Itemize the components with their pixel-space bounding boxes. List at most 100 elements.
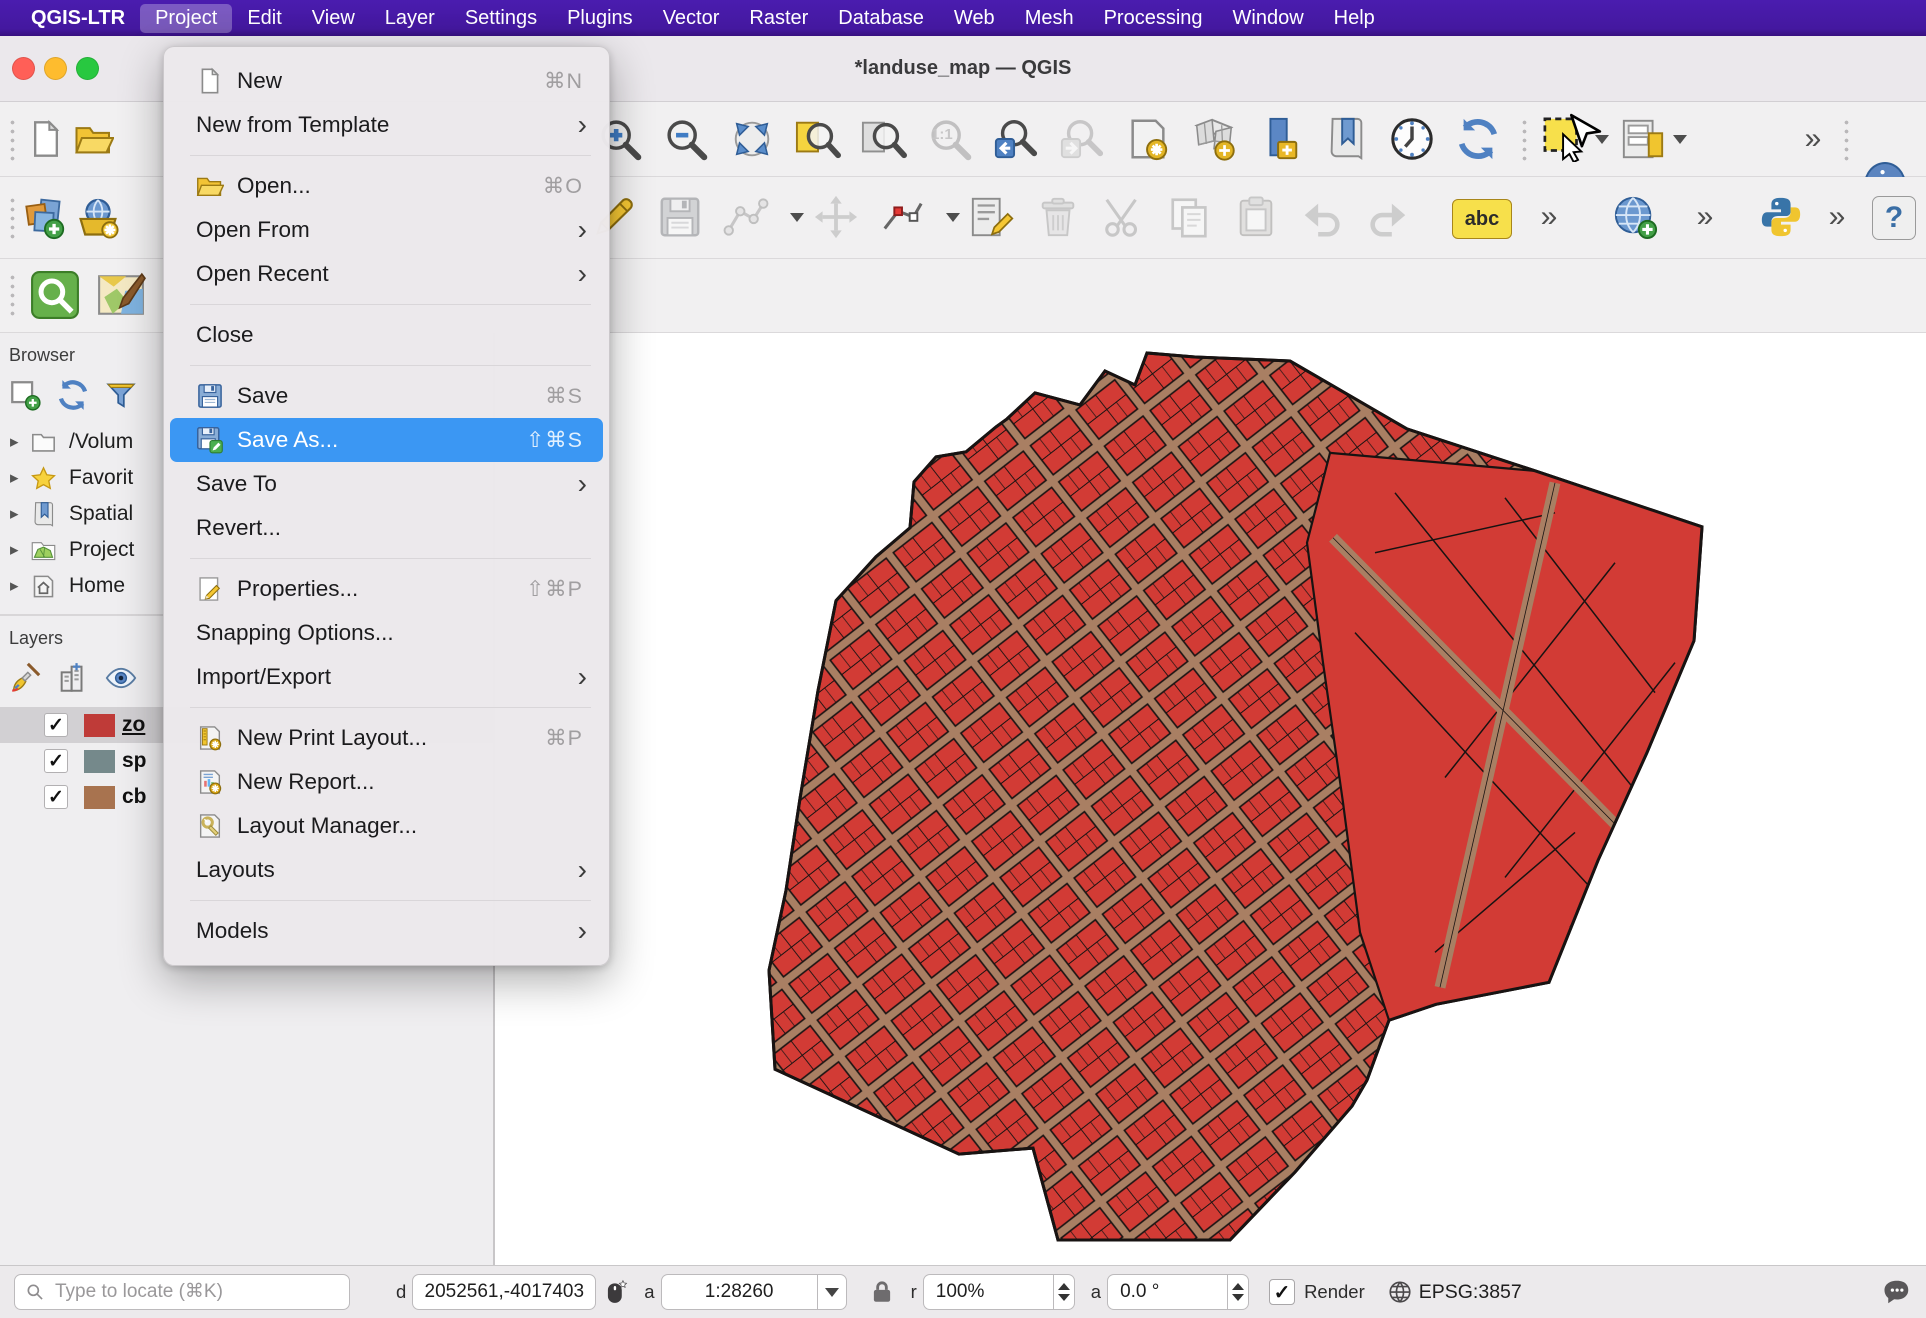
- menu-item-open-recent[interactable]: Open Recent›: [170, 252, 603, 296]
- toolbar-drag-handle[interactable]: [8, 273, 18, 317]
- magnifier-spinbox[interactable]: [923, 1274, 1075, 1310]
- menu-item-save-to[interactable]: Save To›: [170, 462, 603, 506]
- layer-visibility-checkbox[interactable]: ✓: [44, 713, 68, 737]
- paste-features-icon[interactable]: [1233, 194, 1279, 240]
- rotation-spin-buttons[interactable]: [1227, 1275, 1248, 1309]
- menu-item-new[interactable]: New⌘N: [170, 59, 603, 103]
- scale-dropdown-caret[interactable]: [817, 1275, 846, 1309]
- add-web-layer-icon[interactable]: [1612, 194, 1658, 240]
- toolbar-drag-handle[interactable]: [8, 196, 18, 240]
- render-checkbox[interactable]: ✓: [1269, 1279, 1295, 1305]
- menubar-item-layer[interactable]: Layer: [370, 4, 450, 33]
- menubar-item-database[interactable]: Database: [823, 4, 939, 33]
- add-group-icon[interactable]: [56, 661, 90, 695]
- map-canvas[interactable]: [495, 333, 1926, 1265]
- refresh-map-icon[interactable]: [1455, 116, 1501, 162]
- zoom-next-icon[interactable]: [1059, 116, 1105, 162]
- extents-mouse-icon[interactable]: [604, 1279, 630, 1305]
- new-project-icon[interactable]: [26, 119, 66, 159]
- zoom-out-icon[interactable]: [663, 116, 709, 162]
- menubar-item-help[interactable]: Help: [1319, 4, 1390, 33]
- menubar-item-window[interactable]: Window: [1218, 4, 1319, 33]
- magnifier-spin-buttons[interactable]: [1053, 1275, 1074, 1309]
- menubar-item-mesh[interactable]: Mesh: [1010, 4, 1089, 33]
- manage-visibility-icon[interactable]: [104, 661, 138, 695]
- modify-attributes-icon[interactable]: [969, 194, 1015, 240]
- style-manager-icon[interactable]: [8, 661, 42, 695]
- undo-icon[interactable]: [1299, 194, 1345, 240]
- menu-item-close[interactable]: Close: [170, 313, 603, 357]
- digitize-dropdown-caret[interactable]: [789, 194, 805, 240]
- menu-item-new-print-layout[interactable]: New Print Layout...⌘P: [170, 716, 603, 760]
- toolbar-overflow-chevron[interactable]: »: [1796, 116, 1830, 162]
- messages-bubble-icon[interactable]: [1882, 1277, 1912, 1307]
- menu-item-save[interactable]: Save⌘S: [170, 374, 603, 418]
- menu-item-import-export[interactable]: Import/Export›: [170, 655, 603, 699]
- menu-item-models[interactable]: Models›: [170, 909, 603, 953]
- menubar-item-edit[interactable]: Edit: [232, 4, 296, 33]
- menu-item-properties[interactable]: Properties...⇧⌘P: [170, 567, 603, 611]
- menubar-item-raster[interactable]: Raster: [734, 4, 823, 33]
- python-console-icon[interactable]: [1758, 194, 1804, 240]
- lock-scale-icon[interactable]: [869, 1279, 895, 1305]
- add-layer-archive-icon[interactable]: [76, 196, 120, 240]
- vertex-tool-dropdown-caret[interactable]: [945, 194, 961, 240]
- cut-features-icon[interactable]: [1101, 194, 1147, 240]
- save-edits-icon[interactable]: [657, 194, 703, 240]
- menubar-item-processing[interactable]: Processing: [1089, 4, 1218, 33]
- menu-item-new-from-template[interactable]: New from Template›: [170, 103, 603, 147]
- scale-input[interactable]: [662, 1280, 817, 1304]
- disclosure-triangle-icon[interactable]: ▸: [10, 540, 30, 560]
- menu-item-new-report[interactable]: New Report...: [170, 760, 603, 804]
- new-map-view-icon[interactable]: [1125, 116, 1171, 162]
- move-feature-icon[interactable]: [813, 194, 859, 240]
- copy-features-icon[interactable]: [1167, 194, 1213, 240]
- data-source-manager-icon[interactable]: [22, 196, 66, 240]
- menubar-item-web[interactable]: Web: [939, 4, 1010, 33]
- menubar-item-project[interactable]: Project: [140, 4, 232, 33]
- locator-input[interactable]: [53, 1280, 339, 1304]
- toolbar-overflow-chevron[interactable]: »: [1820, 194, 1854, 240]
- menubar-item-plugins[interactable]: Plugins: [552, 4, 648, 33]
- menu-item-revert[interactable]: Revert...: [170, 506, 603, 550]
- toolbar-drag-handle[interactable]: [8, 118, 18, 162]
- select-by-value-dropdown-caret[interactable]: [1672, 116, 1688, 162]
- redo-icon[interactable]: [1365, 194, 1411, 240]
- toolbar-drag-handle[interactable]: [1842, 118, 1852, 162]
- digitize-icon[interactable]: [723, 194, 769, 240]
- rotation-input[interactable]: [1108, 1280, 1227, 1304]
- menubar-item-qgis-ltr[interactable]: QGIS-LTR: [16, 4, 140, 33]
- new-3d-map-view-icon[interactable]: [1191, 116, 1237, 162]
- zoom-to-layer-icon[interactable]: [795, 116, 841, 162]
- locator-search[interactable]: [14, 1274, 350, 1310]
- add-selected-layer-icon[interactable]: [8, 378, 42, 412]
- coordinate-input[interactable]: [413, 1280, 595, 1304]
- toolbar-overflow-chevron[interactable]: »: [1688, 194, 1722, 240]
- disclosure-triangle-icon[interactable]: ▸: [10, 576, 30, 596]
- toolbar-overflow-chevron[interactable]: »: [1532, 194, 1566, 240]
- temporal-controller-icon[interactable]: [1389, 116, 1435, 162]
- menu-item-snapping-options[interactable]: Snapping Options...: [170, 611, 603, 655]
- refresh-browser-icon[interactable]: [56, 378, 90, 412]
- rotation-spinbox[interactable]: [1107, 1274, 1249, 1310]
- show-spatial-bookmarks-icon[interactable]: [1323, 116, 1369, 162]
- disclosure-triangle-icon[interactable]: ▸: [10, 432, 30, 452]
- menubar-item-settings[interactable]: Settings: [450, 4, 552, 33]
- edit-map-plugin-icon[interactable]: [96, 270, 146, 320]
- scale-combo[interactable]: [661, 1274, 847, 1310]
- disclosure-triangle-icon[interactable]: ▸: [10, 504, 30, 524]
- layer-visibility-checkbox[interactable]: ✓: [44, 785, 68, 809]
- menu-item-open-from[interactable]: Open From›: [170, 208, 603, 252]
- menu-item-layouts[interactable]: Layouts›: [170, 848, 603, 892]
- vertex-tool-icon[interactable]: [879, 194, 925, 240]
- filter-browser-icon[interactable]: [104, 378, 138, 412]
- disclosure-triangle-icon[interactable]: ▸: [10, 468, 30, 488]
- zoom-to-selection-icon[interactable]: [861, 116, 907, 162]
- select-features-by-value-icon[interactable]: [1620, 116, 1666, 162]
- zoom-full-extent-icon[interactable]: [729, 116, 775, 162]
- toolbar-drag-handle[interactable]: [1520, 118, 1530, 162]
- delete-selected-icon[interactable]: [1035, 194, 1081, 240]
- layer-visibility-checkbox[interactable]: ✓: [44, 749, 68, 773]
- menubar-item-vector[interactable]: Vector: [648, 4, 735, 33]
- help-icon[interactable]: ?: [1872, 196, 1916, 240]
